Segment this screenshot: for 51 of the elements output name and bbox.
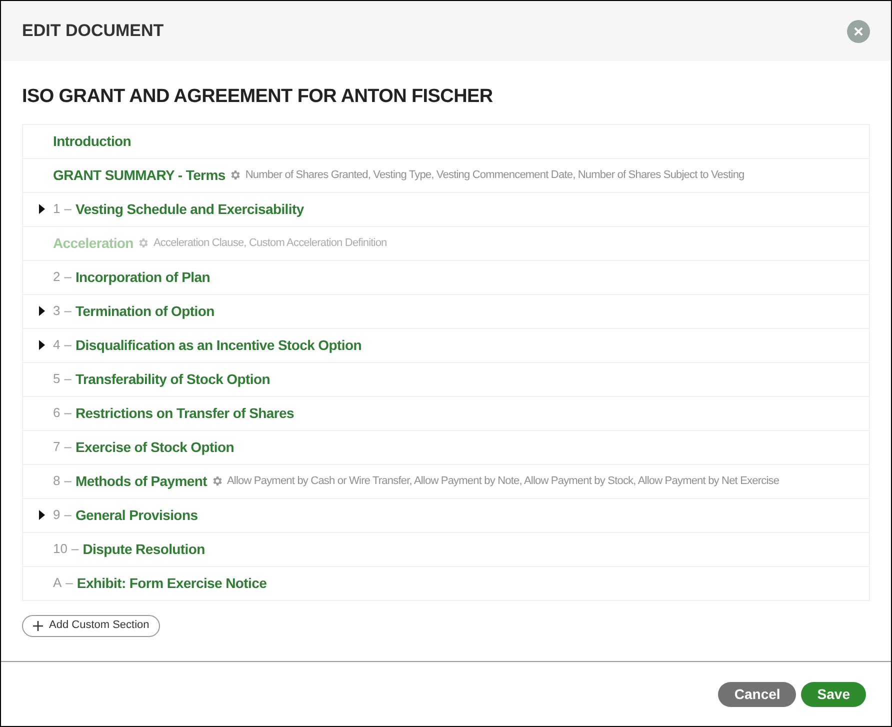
separator-dash: –	[64, 370, 72, 388]
expand-arrow-icon[interactable]	[39, 204, 45, 214]
separator-dash: –	[64, 438, 72, 456]
separator-dash: –	[64, 336, 72, 354]
section-settings: Number of Shares Granted, Vesting Type, Vesting Commencement Date, Number of Shares Subject to Vesting	[245, 168, 744, 183]
section-number: 1	[53, 200, 60, 218]
section-title[interactable]: Methods of Payment	[75, 470, 207, 492]
separator-dash: –	[64, 200, 72, 218]
section-number: A	[53, 574, 62, 592]
separator-dash: –	[64, 506, 72, 524]
separator-dash: –	[64, 302, 72, 320]
section-title[interactable]: Vesting Schedule and Exercisability	[75, 198, 304, 220]
section-settings: Acceleration Clause, Custom Acceleration Definition	[153, 236, 387, 251]
section-title[interactable]: GRANT SUMMARY - Terms	[53, 164, 226, 186]
expand-arrow-icon[interactable]	[39, 306, 45, 316]
section-title[interactable]: Exercise of Stock Option	[75, 436, 234, 458]
gear-icon[interactable]	[229, 169, 242, 181]
section-number: 8	[53, 472, 60, 490]
section-number: 7	[53, 438, 60, 456]
document-title: ISO GRANT AND AGREEMENT FOR ANTON FISCHER	[22, 85, 494, 109]
section-number: 2	[53, 268, 60, 286]
separator-dash: –	[64, 472, 72, 490]
section-settings: Allow Payment by Cash or Wire Transfer, Allow Payment by Note, Allow Payment by Stock, Allow Payment by Net Exercise	[226, 474, 780, 489]
section-title[interactable]: Exhibit: Form Exercise Notice	[76, 572, 267, 594]
separator-dash: –	[66, 574, 73, 592]
section-title[interactable]: Introduction	[53, 130, 132, 152]
gear-icon[interactable]	[210, 475, 223, 487]
close-icon	[854, 26, 863, 36]
section-title[interactable]: Transferability of Stock Option	[75, 368, 270, 390]
section-title[interactable]: General Provisions	[75, 504, 198, 526]
separator-dash: –	[64, 404, 72, 422]
section-number: 9	[53, 506, 60, 524]
separator-dash: –	[71, 540, 79, 558]
save-button[interactable]: Save	[801, 682, 866, 706]
section-title[interactable]: Termination of Option	[75, 300, 214, 322]
section-number: 6	[53, 404, 60, 422]
plus-icon	[33, 620, 43, 630]
add-section-button[interactable]: Add Custom Section	[22, 614, 160, 636]
section-number: 5	[53, 370, 60, 388]
expand-arrow-icon[interactable]	[39, 510, 45, 520]
dialog-title: EDIT DOCUMENT	[22, 20, 164, 42]
cancel-button[interactable]: Cancel	[718, 682, 796, 706]
section-title[interactable]: Disqualification as an Incentive Stock Option	[75, 334, 362, 356]
expand-arrow-icon[interactable]	[39, 340, 45, 350]
separator-dash: –	[64, 268, 72, 286]
section-title[interactable]: Dispute Resolution	[82, 538, 205, 560]
section-number: 3	[53, 302, 60, 320]
section-title[interactable]: Incorporation of Plan	[75, 266, 210, 288]
section-title[interactable]: Restrictions on Transfer of Shares	[75, 402, 294, 424]
section-number: 10	[53, 540, 68, 558]
section-number: 4	[53, 336, 60, 354]
